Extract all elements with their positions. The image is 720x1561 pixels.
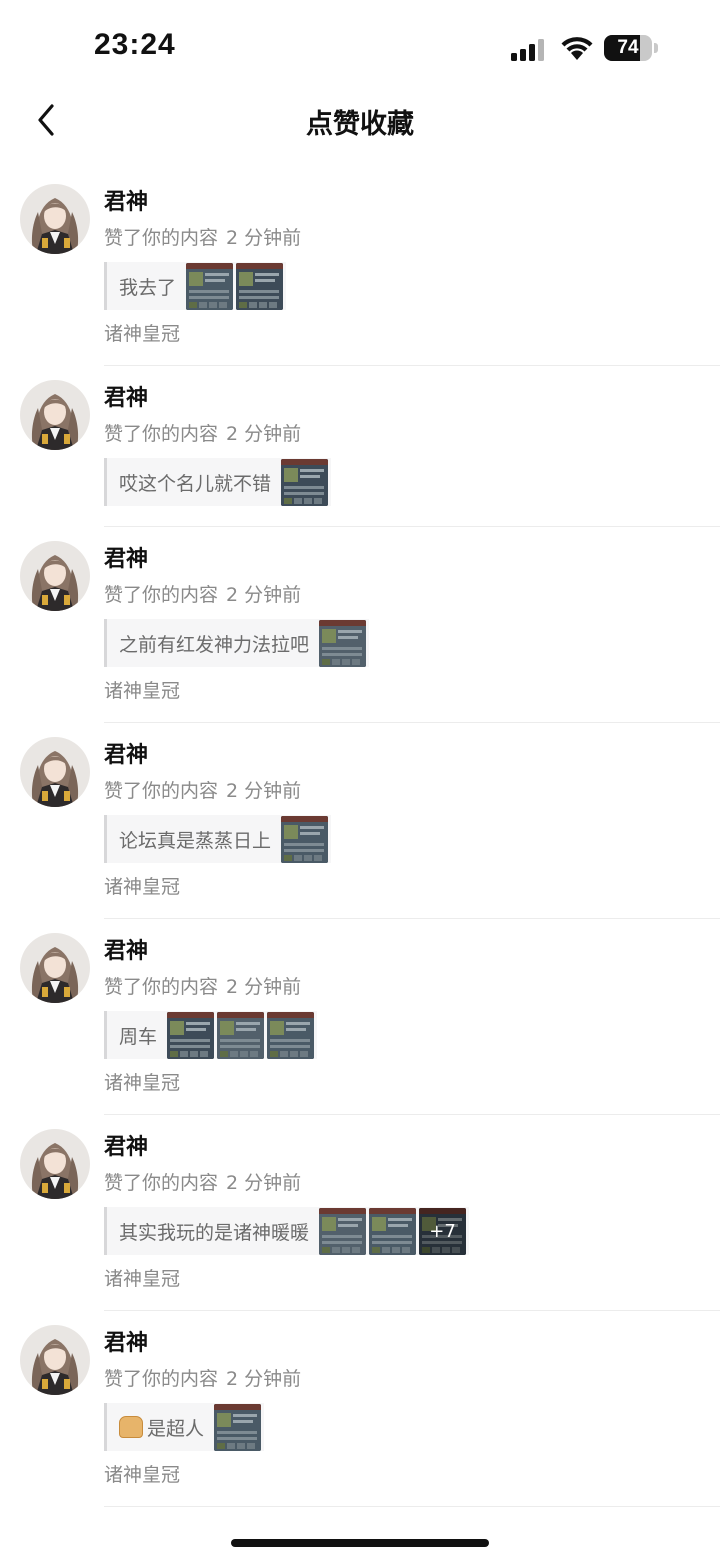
quoted-text: 其实我玩的是诸神暖暖 bbox=[119, 1221, 310, 1244]
notification-item[interactable]: 君神赞了你的内容 2 分钟前是超人 诸神皇冠 bbox=[0, 1311, 720, 1507]
quoted-text-wrap: 周车 bbox=[107, 1022, 167, 1049]
action-text: 赞了你的内容 bbox=[104, 423, 219, 445]
quoted-text: 论坛真是蒸蒸日上 bbox=[119, 829, 272, 852]
cellular-signal-icon bbox=[511, 39, 544, 61]
avatar[interactable] bbox=[20, 184, 90, 254]
timestamp: 2 分钟前 bbox=[226, 423, 302, 445]
quoted-text-wrap: 之前有红发神力法拉吧 bbox=[107, 630, 319, 657]
action-text: 赞了你的内容 bbox=[104, 584, 219, 606]
status-bar: 23:24 74 bbox=[0, 0, 720, 96]
image-thumbnail[interactable] bbox=[319, 1207, 367, 1255]
quoted-post[interactable]: 周车 bbox=[104, 1011, 318, 1059]
battery-icon: 74 bbox=[604, 35, 658, 62]
notification-item[interactable]: 君神 赞了你的内容 2 分钟前 其实我玩的是诸神暖暖 +7 诸神皇冠 bbox=[0, 1115, 720, 1311]
page-title: 点赞收藏 bbox=[306, 109, 414, 140]
quoted-post[interactable]: 哎这个名儿就不错 bbox=[104, 458, 332, 506]
action-text: 赞了你的内容 bbox=[104, 780, 219, 802]
user-name[interactable]: 君神 bbox=[104, 741, 720, 771]
avatar[interactable] bbox=[20, 1129, 90, 1199]
group-name[interactable]: 诸神皇冠 bbox=[104, 320, 720, 348]
more-images-count: +7 bbox=[419, 1207, 467, 1255]
group-name[interactable]: 诸神皇冠 bbox=[104, 1069, 720, 1097]
notification-meta: 赞了你的内容 2 分钟前 bbox=[104, 420, 720, 448]
user-name[interactable]: 君神 bbox=[104, 1329, 720, 1359]
quoted-text-wrap: 哎这个名儿就不错 bbox=[107, 469, 281, 496]
status-time: 23:24 bbox=[94, 28, 176, 61]
avatar[interactable] bbox=[20, 541, 90, 611]
user-name[interactable]: 君神 bbox=[104, 384, 720, 414]
quoted-post[interactable]: 之前有红发神力法拉吧 bbox=[104, 619, 370, 667]
group-name[interactable]: 诸神皇冠 bbox=[104, 677, 720, 705]
action-text: 赞了你的内容 bbox=[104, 1368, 219, 1390]
image-thumbnail[interactable] bbox=[369, 1207, 417, 1255]
user-name[interactable]: 君神 bbox=[104, 188, 720, 218]
battery-level: 74 bbox=[617, 37, 639, 58]
image-thumbnail[interactable] bbox=[167, 1011, 215, 1059]
timestamp: 2 分钟前 bbox=[226, 1172, 302, 1194]
image-thumbnail[interactable] bbox=[319, 619, 367, 667]
notification-meta: 赞了你的内容 2 分钟前 bbox=[104, 973, 720, 1001]
quoted-text-wrap: 是超人 bbox=[107, 1414, 214, 1441]
notification-item[interactable]: 君神赞了你的内容 2 分钟前之前有红发神力法拉吧 诸神皇冠 bbox=[0, 527, 720, 723]
user-name[interactable]: 君神 bbox=[104, 937, 720, 967]
quoted-post[interactable]: 是超人 bbox=[104, 1403, 265, 1451]
image-thumbnail[interactable] bbox=[281, 815, 329, 863]
quoted-text: 是超人 bbox=[147, 1417, 205, 1440]
notification-item[interactable]: 君神赞了你的内容 2 分钟前我去了 诸神皇冠 bbox=[0, 170, 720, 366]
quoted-text: 我去了 bbox=[119, 276, 177, 299]
image-thumbnail[interactable] bbox=[217, 1011, 265, 1059]
image-thumbnail[interactable] bbox=[281, 458, 329, 506]
notification-list: 君神 赞了你的内容 2 分钟前 我去了 诸神皇冠 君神 赞了你的内容 2 分钟前 哎这个名儿… bbox=[0, 170, 720, 1507]
avatar[interactable] bbox=[20, 380, 90, 450]
image-thumbnail[interactable]: +7 bbox=[419, 1207, 467, 1255]
image-thumbnail[interactable] bbox=[186, 262, 234, 310]
group-name[interactable]: 诸神皇冠 bbox=[104, 1461, 720, 1489]
quoted-post[interactable]: 其实我玩的是诸神暖暖 +7 bbox=[104, 1207, 470, 1255]
bread-emoji-icon bbox=[119, 1416, 143, 1438]
image-thumbnail[interactable] bbox=[267, 1011, 315, 1059]
quoted-text: 周车 bbox=[119, 1025, 158, 1048]
quoted-post[interactable]: 论坛真是蒸蒸日上 bbox=[104, 815, 332, 863]
timestamp: 2 分钟前 bbox=[226, 976, 302, 998]
notification-item[interactable]: 君神赞了你的内容 2 分钟前哎这个名儿就不错 bbox=[0, 366, 720, 527]
notification-item[interactable]: 君神赞了你的内容 2 分钟前周车 诸神皇冠 bbox=[0, 919, 720, 1115]
wifi-icon bbox=[561, 37, 593, 60]
notification-meta: 赞了你的内容 2 分钟前 bbox=[104, 581, 720, 609]
avatar[interactable] bbox=[20, 1325, 90, 1395]
quoted-text: 哎这个名儿就不错 bbox=[119, 472, 272, 495]
notification-meta: 赞了你的内容 2 分钟前 bbox=[104, 1365, 720, 1393]
nav-bar: 点赞收藏 bbox=[0, 96, 720, 146]
quoted-text-wrap: 论坛真是蒸蒸日上 bbox=[107, 826, 281, 853]
action-text: 赞了你的内容 bbox=[104, 1172, 219, 1194]
group-name[interactable]: 诸神皇冠 bbox=[104, 1265, 720, 1293]
quoted-text-wrap: 我去了 bbox=[107, 273, 186, 300]
home-indicator bbox=[231, 1539, 489, 1547]
avatar[interactable] bbox=[20, 933, 90, 1003]
image-thumbnail[interactable] bbox=[214, 1403, 262, 1451]
notification-item[interactable]: 君神赞了你的内容 2 分钟前论坛真是蒸蒸日上 诸神皇冠 bbox=[0, 723, 720, 919]
action-text: 赞了你的内容 bbox=[104, 227, 219, 249]
quoted-text: 之前有红发神力法拉吧 bbox=[119, 633, 310, 656]
timestamp: 2 分钟前 bbox=[226, 1368, 302, 1390]
divider bbox=[104, 1506, 720, 1507]
action-text: 赞了你的内容 bbox=[104, 976, 219, 998]
user-name[interactable]: 君神 bbox=[104, 1133, 720, 1163]
timestamp: 2 分钟前 bbox=[226, 227, 302, 249]
quoted-post[interactable]: 我去了 bbox=[104, 262, 287, 310]
timestamp: 2 分钟前 bbox=[226, 584, 302, 606]
group-name[interactable]: 诸神皇冠 bbox=[104, 873, 720, 901]
notification-meta: 赞了你的内容 2 分钟前 bbox=[104, 224, 720, 252]
timestamp: 2 分钟前 bbox=[226, 780, 302, 802]
quoted-text-wrap: 其实我玩的是诸神暖暖 bbox=[107, 1218, 319, 1245]
avatar[interactable] bbox=[20, 737, 90, 807]
user-name[interactable]: 君神 bbox=[104, 545, 720, 575]
image-thumbnail[interactable] bbox=[236, 262, 284, 310]
notification-meta: 赞了你的内容 2 分钟前 bbox=[104, 1169, 720, 1197]
notification-meta: 赞了你的内容 2 分钟前 bbox=[104, 777, 720, 805]
